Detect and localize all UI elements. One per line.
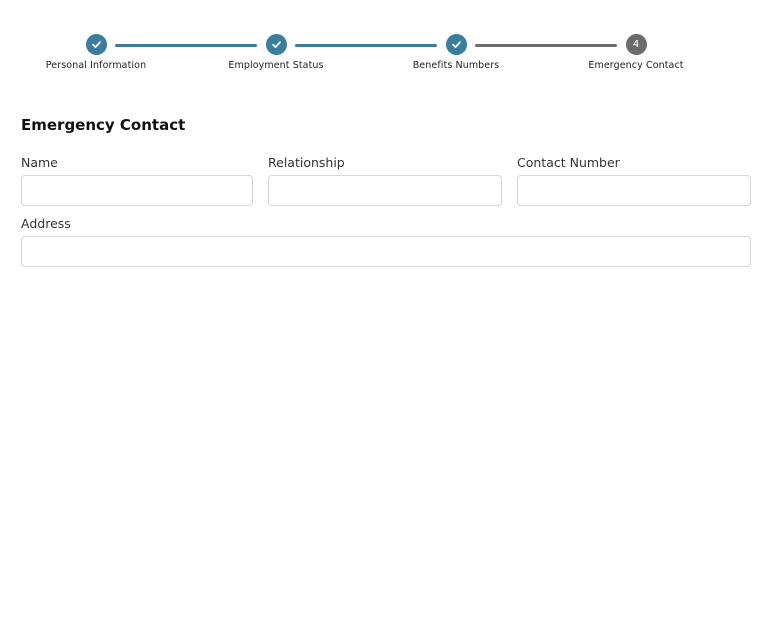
step-label: Benefits Numbers	[412, 60, 500, 71]
check-icon	[451, 41, 461, 49]
address-input[interactable]	[21, 236, 751, 267]
step-1-circle	[85, 34, 107, 55]
step-employment-status[interactable]: Employment Status	[186, 34, 366, 71]
step-label: Emergency Contact	[588, 60, 684, 71]
contact-number-input[interactable]	[517, 175, 751, 206]
relationship-field: Relationship	[268, 155, 502, 206]
step-label: Personal Information	[45, 60, 147, 71]
address-label: Address	[21, 216, 71, 231]
progress-stepper: Personal Information Employment Status B…	[0, 0, 770, 90]
name-field: Name	[21, 155, 253, 206]
name-input[interactable]	[21, 175, 253, 206]
contact-number-field: Contact Number	[517, 155, 751, 206]
step-personal-information[interactable]: Personal Information	[6, 34, 186, 71]
check-icon	[91, 41, 101, 49]
step-benefits-numbers[interactable]: Benefits Numbers	[366, 34, 546, 71]
name-label: Name	[21, 155, 58, 170]
relationship-input[interactable]	[268, 175, 502, 206]
step-emergency-contact[interactable]: 4 Emergency Contact	[546, 34, 726, 71]
step-4-circle: 4	[625, 34, 647, 55]
address-field: Address	[21, 216, 751, 267]
contact-number-label: Contact Number	[517, 155, 620, 170]
relationship-label: Relationship	[268, 155, 345, 170]
step-label: Employment Status	[228, 60, 324, 71]
step-2-circle	[265, 34, 287, 55]
step-3-circle	[445, 34, 467, 55]
section-title: Emergency Contact	[21, 116, 186, 134]
check-icon	[271, 41, 281, 49]
